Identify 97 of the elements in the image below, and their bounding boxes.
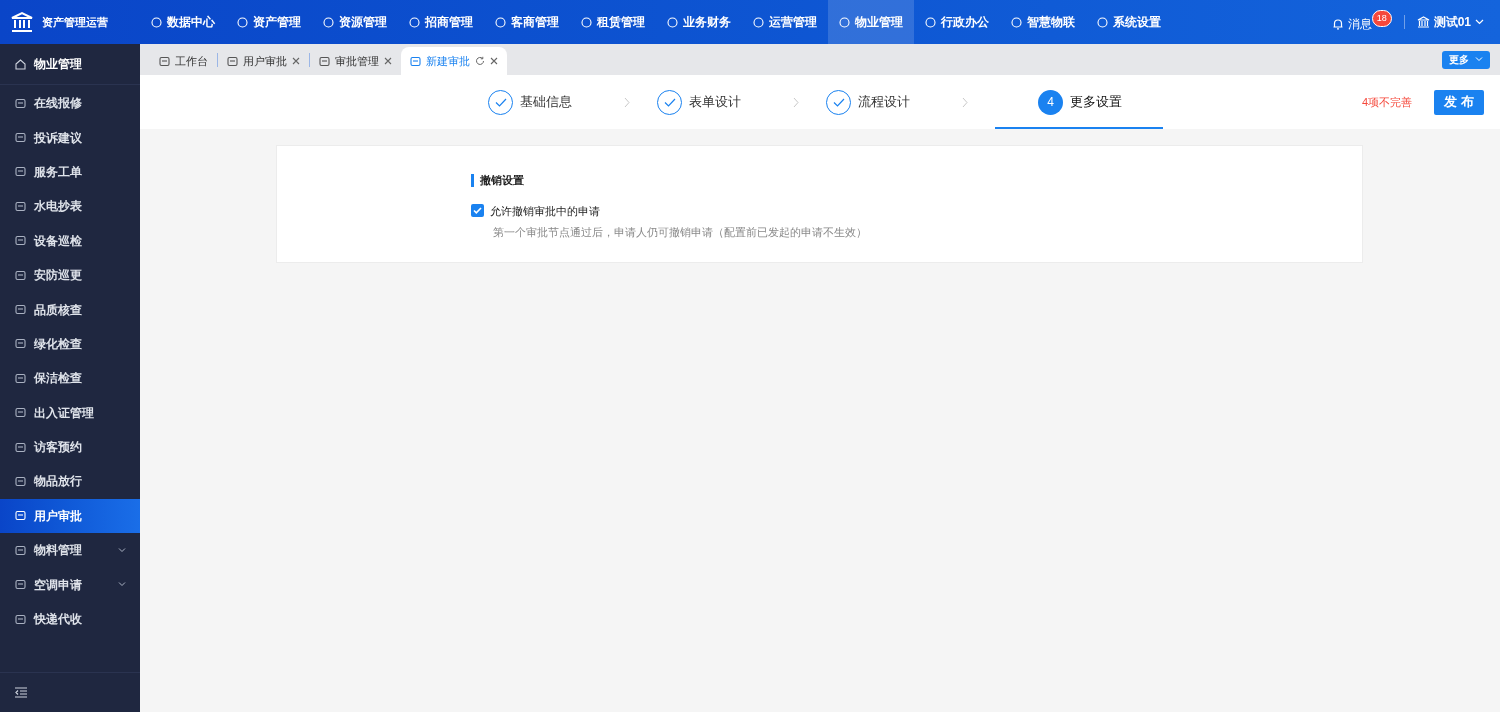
chevron-down-icon: [118, 547, 126, 553]
square-icon: [15, 579, 26, 591]
sidebar-item[interactable]: 在线报修: [0, 86, 140, 121]
square-icon: [15, 372, 26, 384]
circle-icon: [151, 16, 162, 28]
square-icon: [15, 544, 26, 556]
sidebar-title: 物业管理: [34, 56, 82, 73]
sidebar-item[interactable]: 空调申请: [0, 567, 140, 602]
circle-icon: [1097, 16, 1108, 28]
circle-icon: [323, 16, 334, 28]
page-tab[interactable]: 工作台: [150, 47, 217, 75]
circle-icon: [1011, 16, 1022, 28]
circle-icon: [581, 16, 592, 28]
square-icon: [15, 235, 26, 247]
more-button[interactable]: 更多: [1442, 50, 1490, 69]
square-icon: [15, 269, 26, 281]
sidebar-item[interactable]: 出入证管理: [0, 395, 140, 430]
top-nav-item[interactable]: 客商管理: [484, 0, 570, 44]
document-icon: [319, 55, 330, 67]
step-number: 4: [1038, 89, 1063, 115]
close-icon[interactable]: [490, 57, 498, 65]
square-icon: [15, 407, 26, 419]
sidebar-item[interactable]: 快递代收: [0, 601, 140, 637]
circle-icon: [925, 16, 936, 28]
square-icon: [15, 304, 26, 316]
square-icon: [15, 97, 26, 109]
messages-button[interactable]: 消息: [1323, 14, 1372, 34]
chevron-down-icon: [1475, 19, 1484, 25]
top-nav-item[interactable]: 数据中心: [140, 0, 226, 44]
square-icon: [15, 476, 26, 487]
circle-icon: [839, 16, 850, 28]
step-label: 更多设置: [1070, 93, 1122, 112]
checkbox-label: 允许撤销审批中的申请: [490, 203, 600, 219]
square-icon: [15, 200, 26, 212]
bell-icon: [1331, 18, 1344, 30]
top-nav-item[interactable]: 智慧物联: [1000, 0, 1086, 44]
section-title: 撤销设置: [480, 173, 524, 188]
top-nav-item[interactable]: 业务财务: [656, 0, 742, 44]
sidebar-item[interactable]: 安防巡更: [0, 257, 140, 293]
page-tab[interactable]: 用户审批: [218, 47, 309, 75]
top-nav-item[interactable]: 招商管理: [398, 0, 484, 44]
circle-icon: [667, 16, 678, 28]
option-hint: 第一个审批节点通过后，申请人仍可撤销申请（配置前已发起的申请不生效）: [493, 225, 868, 240]
square-icon: [15, 166, 26, 178]
page-tab[interactable]: 审批管理: [310, 47, 401, 75]
sidebar-item[interactable]: 绿化检查: [0, 326, 140, 362]
sidebar-item[interactable]: 保洁检查: [0, 361, 140, 396]
chevron-right-icon: [962, 96, 968, 108]
sidebar-item[interactable]: 品质核查: [0, 292, 140, 327]
collapse-menu-icon[interactable]: [15, 687, 27, 698]
square-icon: [15, 441, 26, 453]
circle-icon: [753, 16, 764, 28]
top-nav-item[interactable]: 行政办公: [914, 0, 1000, 44]
top-nav-item[interactable]: 租赁管理: [570, 0, 656, 44]
circle-icon: [237, 16, 248, 28]
notification-badge: 18: [1371, 10, 1392, 27]
top-nav-item[interactable]: 运营管理: [742, 0, 828, 44]
refresh-icon[interactable]: [475, 56, 485, 66]
top-nav-item[interactable]: 物业管理: [828, 0, 914, 44]
step-label: 流程设计: [858, 93, 910, 112]
app-title: 资产管理运营: [42, 14, 108, 30]
square-icon: [15, 510, 26, 522]
step-label: 表单设计: [689, 93, 741, 112]
page-tab[interactable]: 新建审批: [401, 47, 507, 75]
checkbox[interactable]: [471, 204, 484, 218]
bank-icon: [1416, 16, 1430, 28]
document-icon: [410, 55, 421, 67]
document-icon: [159, 55, 170, 67]
chevron-right-icon: [793, 96, 799, 108]
sidebar-item[interactable]: 物料管理: [0, 533, 140, 568]
sidebar-item[interactable]: 用户审批: [0, 498, 140, 534]
publish-button[interactable]: 发 布: [1434, 89, 1484, 115]
sidebar-item[interactable]: 设备巡检: [0, 223, 140, 258]
incomplete-notice: 4项不完善: [1361, 94, 1412, 110]
top-nav-item[interactable]: 系统设置: [1086, 0, 1172, 44]
sidebar-item[interactable]: 投诉建议: [0, 120, 140, 155]
square-icon: [15, 132, 26, 144]
chevron-right-icon: [624, 96, 630, 108]
close-icon[interactable]: [292, 57, 300, 65]
chevron-down-icon: [118, 582, 126, 588]
close-icon[interactable]: [384, 57, 392, 65]
user-menu[interactable]: 测试01: [1416, 13, 1484, 31]
sidebar-item[interactable]: 水电抄表: [0, 189, 140, 224]
bank-logo-icon: [10, 11, 34, 33]
circle-icon: [409, 16, 420, 28]
sidebar-item[interactable]: 服务工单: [0, 154, 140, 190]
square-icon: [15, 613, 26, 625]
sidebar-item[interactable]: 访客预约: [0, 429, 140, 465]
sidebar-item[interactable]: 物品放行: [0, 464, 140, 499]
circle-icon: [495, 16, 506, 28]
top-nav-item[interactable]: 资源管理: [312, 0, 398, 44]
step-label: 基础信息: [520, 93, 572, 112]
top-nav-item[interactable]: 资产管理: [226, 0, 312, 44]
home-icon: [15, 58, 26, 70]
square-icon: [15, 338, 26, 350]
chevron-down-icon: [1475, 57, 1483, 62]
document-icon: [227, 55, 238, 67]
